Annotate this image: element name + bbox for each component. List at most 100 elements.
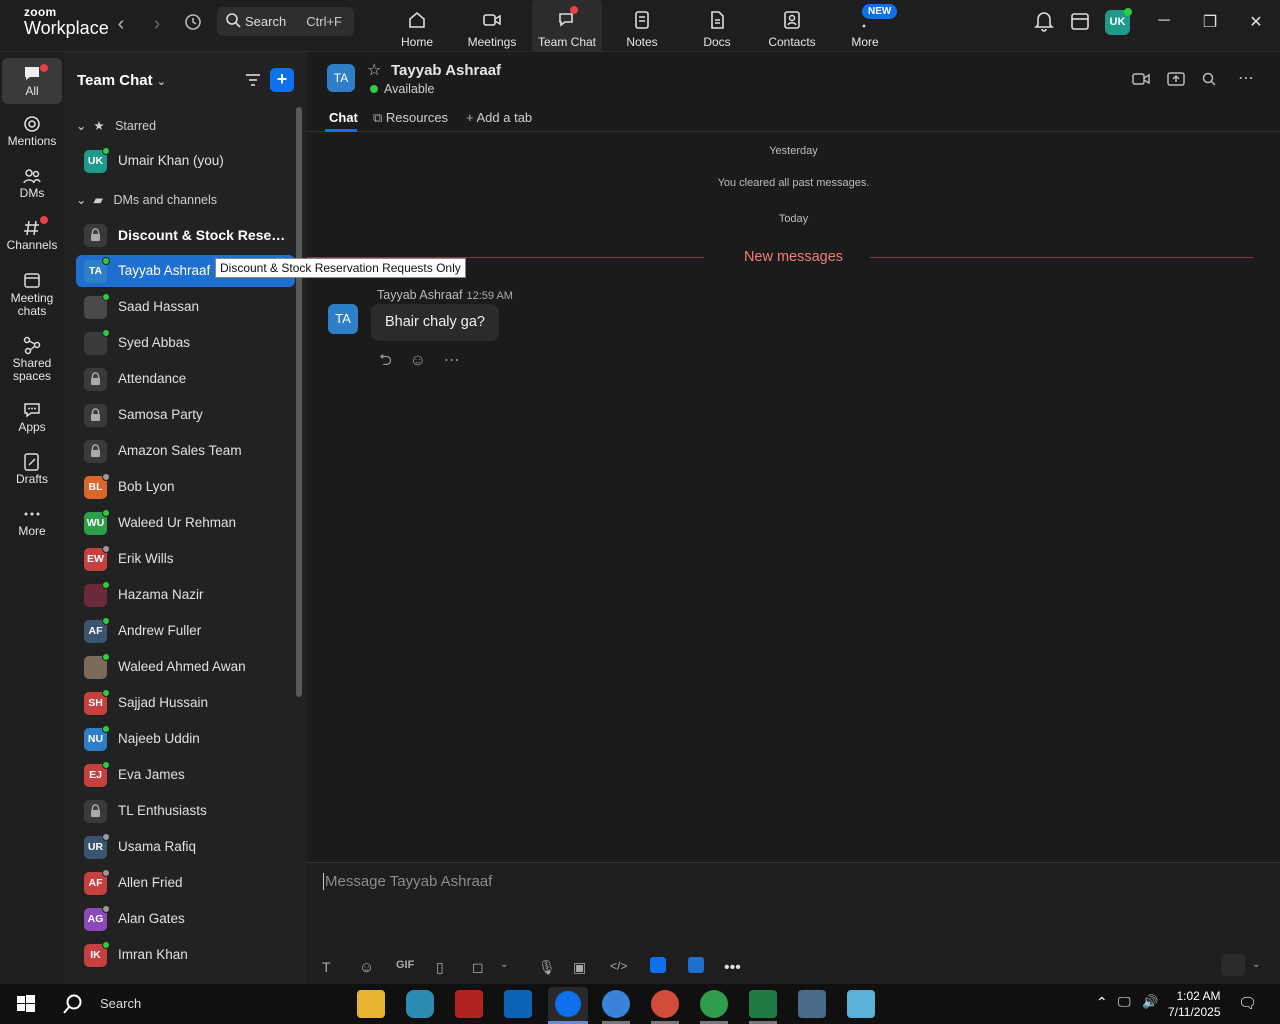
nav-tab-notes[interactable]: Notes — [607, 0, 677, 52]
dm-item[interactable]: AG Alan Gates — [76, 903, 295, 935]
dm-item[interactable]: Waleed Ahmed Awan — [76, 651, 295, 683]
taskbar-search[interactable]: Search — [56, 984, 346, 1024]
dm-item[interactable]: NU Najeeb Uddin — [76, 723, 295, 755]
tab-resources[interactable]: ⧉ Resources — [373, 110, 448, 126]
channel-item[interactable]: Amazon Sales Team — [76, 435, 295, 467]
section-starred[interactable]: ⌄ ★ Starred — [76, 118, 156, 133]
app-icon[interactable] — [847, 990, 875, 1018]
message-sender[interactable]: Tayyab Ashraaf — [377, 288, 462, 302]
chevron-down-icon[interactable]: ⌄ — [500, 959, 508, 970]
back-arrow-icon[interactable]: ‹ — [109, 13, 133, 37]
rail-item-meeting-chats[interactable]: Meeting chats — [2, 270, 62, 318]
dm-item[interactable]: AF Andrew Fuller — [76, 615, 295, 647]
app-icon[interactable] — [406, 990, 434, 1018]
nav-tab-home[interactable]: Home — [382, 0, 452, 52]
search-box[interactable]: Search Ctrl+F — [217, 7, 354, 36]
dm-item[interactable]: EW Erik Wills — [76, 543, 295, 575]
volume-icon[interactable]: 🔊 — [1142, 994, 1158, 1010]
channel-item[interactable]: TL Enthusiasts — [76, 795, 295, 827]
sidebar-scrollbar[interactable] — [296, 107, 302, 697]
dm-item[interactable]: UK Umair Khan (you) — [76, 145, 295, 177]
chevron-down-icon[interactable]: ⌄ — [1252, 959, 1260, 970]
rail-item-all[interactable]: All — [2, 58, 62, 104]
notifications-bell-icon[interactable] — [1034, 10, 1054, 37]
search-icon[interactable] — [1202, 72, 1216, 91]
sidebar-title[interactable]: Team Chat ⌄ — [77, 72, 166, 89]
zoom-whiteboard-icon[interactable] — [688, 957, 704, 973]
microphone-icon[interactable]: 🎙 — [538, 959, 556, 976]
dm-item[interactable]: EJ Eva James — [76, 759, 295, 791]
dm-item[interactable]: Syed Abbas — [76, 327, 295, 359]
new-chat-button[interactable]: + — [270, 68, 294, 92]
send-button[interactable] — [1221, 954, 1245, 976]
forward-arrow-icon[interactable]: › — [145, 13, 169, 37]
rail-item-dms[interactable]: DMs — [2, 166, 62, 200]
filter-icon[interactable] — [244, 72, 262, 93]
rail-item-more[interactable]: More — [2, 504, 62, 538]
message-bubble[interactable]: Bhair chaly ga? — [371, 304, 499, 341]
more-options-icon[interactable]: ••• — [724, 959, 741, 977]
gif-button[interactable]: GIF — [396, 959, 414, 971]
minimize-icon[interactable]: ─ — [1153, 12, 1175, 34]
restore-icon[interactable]: ❐ — [1199, 12, 1221, 34]
video-call-icon[interactable] — [1132, 72, 1150, 91]
nav-tab-meetings[interactable]: Meetings — [457, 0, 527, 52]
windows-start-icon[interactable] — [12, 990, 40, 1018]
dm-item[interactable]: IK Imran Khan — [76, 939, 295, 971]
dm-item[interactable]: Hazama Nazir — [76, 579, 295, 611]
chrome-icon[interactable] — [602, 990, 630, 1018]
rail-item-shared-spaces[interactable]: Shared spaces — [2, 335, 62, 383]
more-options-icon[interactable]: ⋯ — [1238, 68, 1254, 88]
calculator-icon[interactable] — [798, 990, 826, 1018]
dm-item[interactable]: AF Allen Fried — [76, 867, 295, 899]
rail-item-drafts[interactable]: Drafts — [2, 452, 62, 486]
dm-item[interactable]: WU Waleed Ur Rehman — [76, 507, 295, 539]
section-dms-channels[interactable]: ⌄ ▰ DMs and channels — [76, 192, 217, 207]
nav-tab-contacts[interactable]: Contacts — [757, 0, 827, 52]
share-screen-icon[interactable] — [1167, 72, 1185, 91]
chrome-icon[interactable] — [651, 990, 679, 1018]
star-outline-icon[interactable]: ☆ — [367, 60, 381, 80]
dm-item[interactable]: BL Bob Lyon — [76, 471, 295, 503]
notification-center-icon[interactable]: 🗨 — [1238, 994, 1257, 1012]
video-message-icon[interactable]: ▣ — [573, 959, 586, 976]
calendar-icon[interactable] — [1070, 10, 1090, 37]
emoji-icon[interactable]: ☺ — [359, 959, 374, 976]
dm-item[interactable]: Saad Hassan — [76, 291, 295, 323]
file-icon[interactable]: ▯ — [436, 959, 444, 976]
code-snippet-icon[interactable]: </> — [610, 959, 627, 973]
rail-item-apps[interactable]: Apps — [2, 400, 62, 434]
zoom-app-icon[interactable] — [650, 957, 666, 973]
taskbar-clock[interactable]: 1:02 AM 7/11/2025 — [1168, 988, 1221, 1020]
nav-tab-team-chat[interactable]: Team Chat — [532, 0, 602, 52]
reply-icon[interactable]: ⮌ — [379, 352, 392, 369]
channel-item[interactable]: Samosa Party — [76, 399, 295, 431]
message-input[interactable]: Message Tayyab Ashraaf — [323, 873, 492, 890]
tab-add[interactable]: + Add a tab — [466, 110, 532, 125]
dm-item[interactable]: UR Usama Rafiq — [76, 831, 295, 863]
chrome-icon[interactable] — [700, 990, 728, 1018]
chat-avatar[interactable]: TA — [327, 64, 355, 92]
chat-title[interactable]: Tayyab Ashraaf — [391, 62, 501, 79]
outlook-icon[interactable] — [504, 990, 532, 1018]
chevron-up-icon[interactable]: ⌃ — [1096, 994, 1108, 1011]
close-icon[interactable]: ✕ — [1245, 12, 1267, 34]
filezilla-icon[interactable] — [455, 990, 483, 1018]
rail-item-mentions[interactable]: Mentions — [2, 114, 62, 148]
network-icon[interactable]: 🖵 — [1118, 994, 1131, 1010]
more-options-icon[interactable]: ⋯ — [444, 352, 460, 369]
channel-item[interactable]: Discount & Stock Reserv... — [76, 219, 295, 251]
emoji-react-icon[interactable]: ☺ — [410, 352, 426, 369]
message-avatar[interactable]: TA — [328, 304, 358, 334]
nav-tab-docs[interactable]: Docs — [682, 0, 752, 52]
history-icon[interactable] — [181, 13, 205, 37]
tab-chat[interactable]: Chat — [329, 110, 358, 125]
screenshot-icon[interactable]: ◻ — [472, 959, 484, 976]
zoom-taskbar-icon[interactable] — [548, 987, 588, 1021]
file-explorer-icon[interactable] — [357, 990, 385, 1018]
text-format-icon[interactable]: T — [322, 959, 331, 975]
excel-icon[interactable] — [749, 990, 777, 1018]
rail-item-channels[interactable]: Channels — [2, 216, 62, 252]
channel-item[interactable]: Attendance — [76, 363, 295, 395]
dm-item[interactable]: SH Sajjad Hussain — [76, 687, 295, 719]
